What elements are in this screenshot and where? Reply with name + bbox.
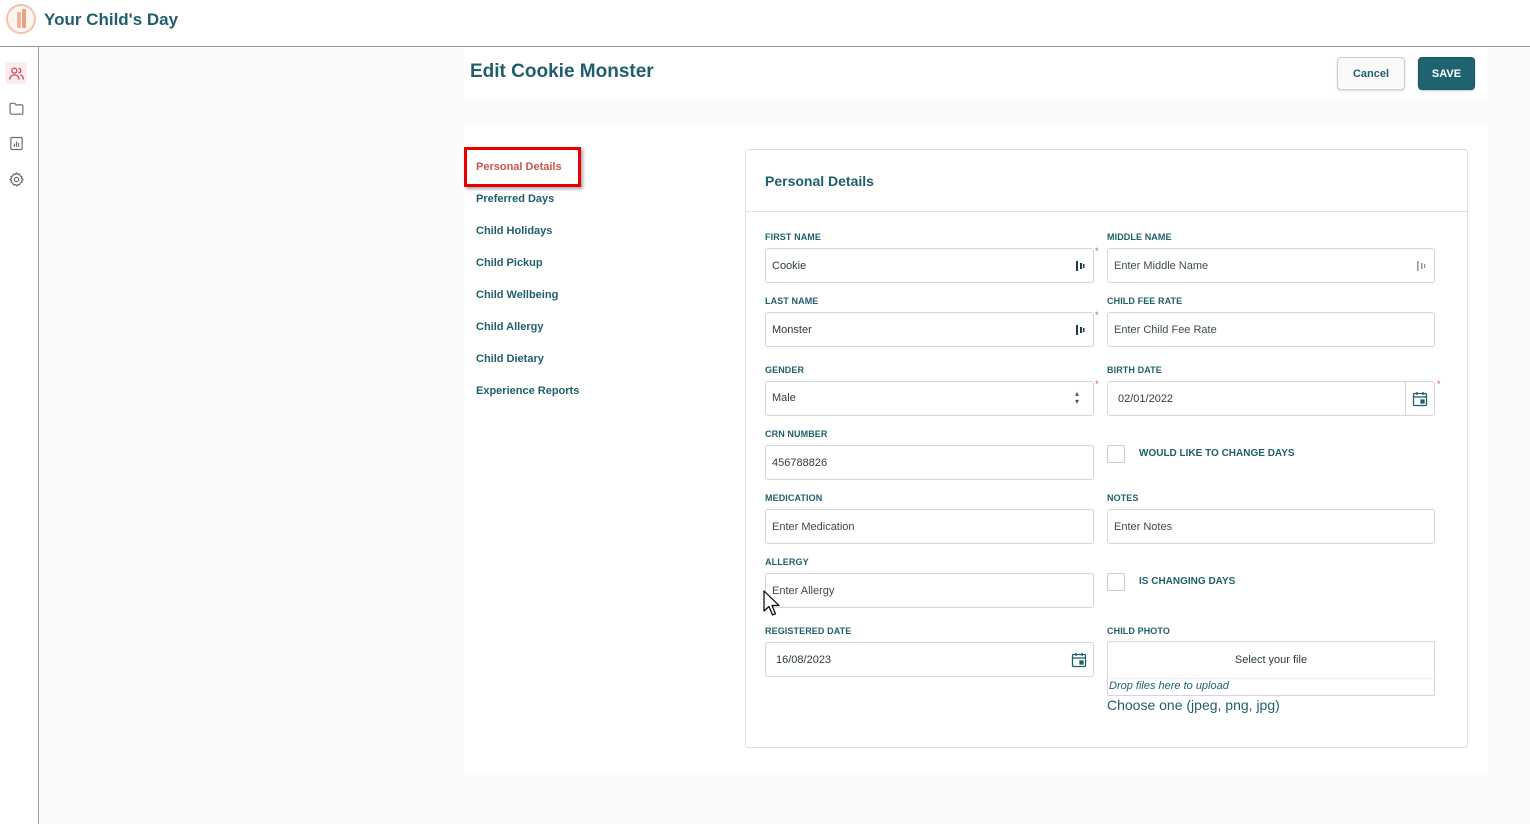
child-photo-label: CHILD PHOTO	[1107, 626, 1170, 636]
calendar-icon[interactable]	[1412, 391, 1428, 407]
change-days-checkbox[interactable]	[1107, 445, 1125, 463]
cancel-button[interactable]: Cancel	[1337, 57, 1405, 90]
menu-item-child-wellbeing[interactable]: Child Wellbeing	[476, 289, 558, 301]
allergy-input[interactable]	[766, 574, 1093, 607]
first-name-required-mark: *	[1095, 246, 1099, 256]
medication-field	[765, 509, 1094, 544]
medication-label: MEDICATION	[765, 493, 823, 503]
password-manager-icon[interactable]	[1073, 259, 1087, 273]
menu-item-child-pickup[interactable]: Child Pickup	[476, 257, 543, 269]
form-divider	[746, 211, 1467, 212]
child-fee-rate-input[interactable]	[1108, 313, 1434, 346]
middle-name-label: MIDDLE NAME	[1107, 232, 1172, 242]
gender-label: GENDER	[765, 365, 805, 375]
child-fee-rate-label: CHILD FEE RATE	[1107, 296, 1183, 306]
report-chart-icon[interactable]	[5, 132, 27, 154]
first-name-input[interactable]	[766, 249, 1093, 282]
notes-input[interactable]	[1108, 510, 1434, 543]
crn-number-input[interactable]	[766, 446, 1093, 479]
crn-number-field	[765, 445, 1094, 480]
password-manager-icon[interactable]	[1414, 259, 1428, 273]
gender-select[interactable]: Male ▴ ▾	[765, 381, 1094, 416]
menu-item-experience-reports[interactable]: Experience Reports	[476, 385, 579, 397]
allergy-field	[765, 573, 1094, 608]
child-photo-upload: Select your file Drop files here to uplo…	[1107, 641, 1435, 696]
select-file-button[interactable]: Select your file	[1108, 642, 1434, 679]
crn-number-label: CRN NUMBER	[765, 429, 828, 439]
menu-item-child-allergy[interactable]: Child Allergy	[476, 321, 543, 333]
form-title: Personal Details	[765, 173, 874, 189]
menu-item-child-dietary[interactable]: Child Dietary	[476, 353, 544, 365]
birth-date-label: BIRTH DATE	[1107, 365, 1162, 375]
mouse-cursor-icon	[763, 590, 780, 616]
gender-required-mark: *	[1095, 379, 1099, 389]
notes-label: NOTES	[1107, 493, 1139, 503]
middle-name-input[interactable]	[1108, 249, 1434, 282]
date-divider	[1405, 382, 1406, 415]
child-fee-rate-field	[1107, 312, 1435, 347]
save-button[interactable]: SAVE	[1418, 57, 1475, 90]
last-name-field	[765, 312, 1094, 347]
is-changing-days-label: IS CHANGING DAYS	[1139, 576, 1236, 587]
last-name-required-mark: *	[1095, 310, 1099, 320]
updown-arrows-icon: ▴ ▾	[1074, 389, 1079, 406]
logo-bar-right	[22, 9, 26, 28]
calendar-icon[interactable]	[1071, 652, 1087, 668]
birth-date-required-mark: *	[1437, 379, 1441, 389]
notes-field	[1107, 509, 1435, 544]
last-name-input[interactable]	[766, 313, 1093, 346]
highlight-box	[464, 147, 581, 187]
menu-item-preferred-days[interactable]: Preferred Days	[476, 193, 554, 205]
first-name-label: FIRST NAME	[765, 232, 821, 242]
drop-zone-text[interactable]: Drop files here to upload	[1109, 680, 1229, 692]
logo-bar-left	[17, 12, 21, 28]
users-icon[interactable]	[5, 62, 27, 84]
registered-date-label: REGISTERED DATE	[765, 626, 852, 636]
middle-name-field	[1107, 248, 1435, 283]
page-title: Edit Cookie Monster	[470, 61, 654, 82]
top-bar: Your Child's Day	[0, 0, 1530, 47]
gear-icon[interactable]	[5, 168, 27, 190]
birth-date-input[interactable]	[1108, 382, 1434, 415]
registered-date-input[interactable]	[766, 643, 1093, 676]
password-manager-icon[interactable]	[1073, 323, 1087, 337]
medication-input[interactable]	[766, 510, 1093, 543]
first-name-field	[765, 248, 1094, 283]
is-changing-days-checkbox[interactable]	[1107, 573, 1125, 591]
app-title: Your Child's Day	[44, 10, 179, 29]
menu-item-child-holidays[interactable]: Child Holidays	[476, 225, 552, 237]
sidebar	[0, 47, 39, 824]
app-logo[interactable]	[6, 4, 36, 34]
birth-date-field	[1107, 381, 1435, 416]
allergy-label: ALLERGY	[765, 557, 809, 567]
upload-hint: Choose one (jpeg, png, jpg)	[1107, 697, 1280, 713]
last-name-label: LAST NAME	[765, 296, 819, 306]
gender-value: Male	[772, 392, 796, 404]
change-days-label: WOULD LIKE TO CHANGE DAYS	[1139, 448, 1295, 459]
folder-icon[interactable]	[5, 97, 27, 119]
registered-date-field	[765, 642, 1094, 677]
